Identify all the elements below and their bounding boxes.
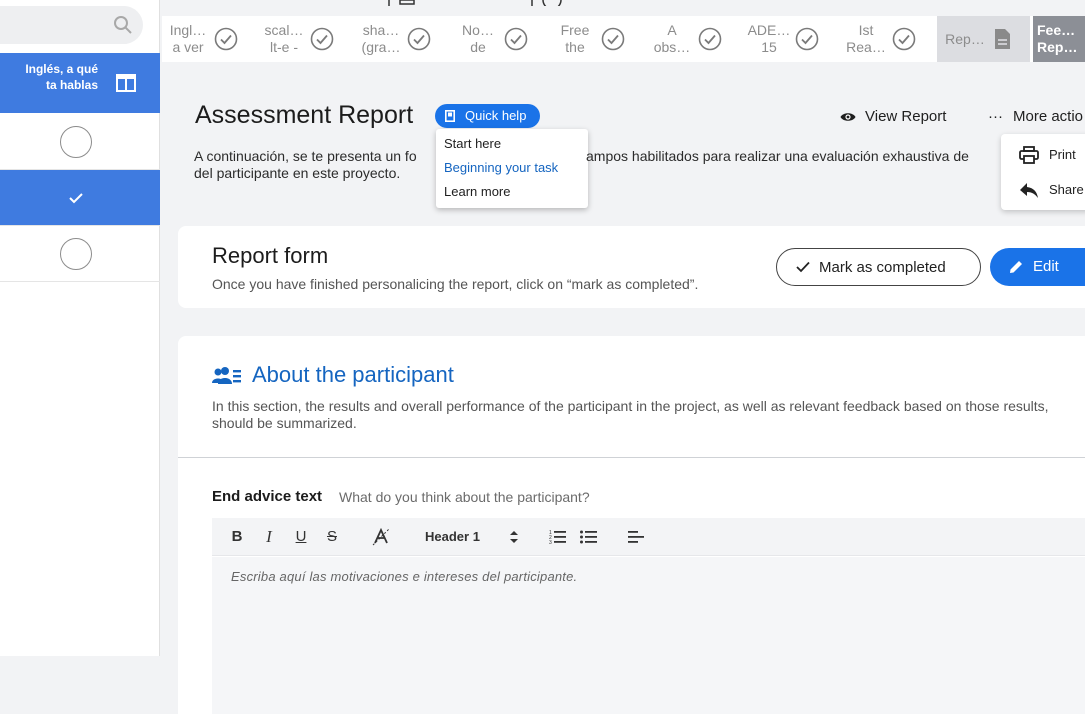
italic-button[interactable]: I (262, 527, 276, 546)
users-list-icon (212, 367, 241, 384)
ordered-list-icon[interactable]: 123 (549, 529, 566, 545)
participant-title: About the participant (252, 362, 454, 387)
more-dots-icon: ··· (988, 108, 1003, 125)
check-circle-icon (407, 27, 431, 51)
editor-placeholder: Escriba aquí las motivaciones e interese… (231, 569, 578, 584)
bullet-list-icon[interactable] (580, 529, 597, 545)
step-label: ADE… 15 (747, 22, 791, 55)
status-circle-icon[interactable] (60, 126, 92, 158)
step-item[interactable]: sha… (gra… (355, 16, 452, 62)
step-item[interactable]: Ingl… a ver (162, 16, 258, 62)
align-left-icon[interactable] (628, 530, 645, 544)
check-circle-icon (601, 27, 625, 51)
step-label: Rep… (945, 31, 985, 47)
participant-row[interactable] (0, 114, 160, 170)
step-item[interactable]: Ist Rea… (840, 16, 937, 62)
participants-panel: Inglés, a qué ta hablas (0, 0, 160, 714)
step-item[interactable]: Fee… Rep… (1033, 16, 1085, 62)
step-label: sha… (gra… (361, 22, 401, 55)
text-format-icon[interactable] (372, 528, 390, 546)
menu-item-learn-more[interactable]: Learn more (444, 184, 510, 199)
report-form-subtitle: Once you have finished personalicing the… (212, 276, 699, 292)
underline-button[interactable]: U (293, 528, 309, 546)
participant-row-selected[interactable] (0, 170, 160, 226)
step-label: Fee… Rep… (1037, 22, 1078, 55)
step-label: Ist Rea… (846, 22, 886, 55)
participant-section: About the participant In this section, t… (178, 336, 1085, 714)
svg-text:3: 3 (549, 540, 552, 545)
strike-button[interactable]: S (324, 528, 340, 546)
editor-toolbar: B I U S Header 1 123 (212, 518, 1085, 556)
share-reply-icon (1020, 183, 1038, 198)
step-item[interactable]: No… de (452, 16, 549, 62)
check-circle-icon (795, 27, 819, 51)
view-report-label: View Report (865, 108, 947, 125)
step-item[interactable]: ADE… 15 (743, 16, 840, 62)
search-field[interactable] (0, 6, 143, 44)
participant-row[interactable] (0, 226, 160, 282)
step-item[interactable]: scal… lt-e - (258, 16, 355, 62)
check-circle-icon (698, 27, 722, 51)
step-label: Free the (560, 22, 590, 55)
edit-button[interactable]: Edit (990, 248, 1085, 286)
select-arrows-icon[interactable] (509, 530, 519, 544)
search-icon (114, 16, 132, 34)
divider (178, 457, 1085, 458)
bold-button[interactable]: B (230, 528, 244, 546)
step-label: No… de (462, 22, 494, 55)
check-icon (69, 193, 83, 204)
check-icon (796, 261, 810, 273)
top-toolbar-fragment (388, 0, 562, 6)
status-circle-icon[interactable] (60, 238, 92, 270)
end-advice-label: End advice text (212, 488, 323, 505)
book-icon (116, 74, 136, 92)
end-advice-hint: What do you think about the participant? (339, 489, 590, 505)
check-circle-icon (214, 27, 238, 51)
quick-help-label: Quick help (465, 108, 527, 123)
step-label: scal… lt-e - (264, 22, 304, 55)
task-steps-bar: Ingl… a ver scal… lt-e - sha… (gra… No… de F… (162, 16, 1085, 62)
panel-footer (0, 656, 160, 714)
page-title: Assessment Report (195, 101, 414, 129)
quick-help-menu: Start here Beginning your task Learn mor… (436, 129, 588, 208)
mark-as-completed-button[interactable]: Mark as completed (776, 248, 981, 286)
check-circle-icon (310, 27, 334, 51)
report-form-title: Report form (212, 243, 329, 268)
quick-help-button[interactable]: Quick help (435, 104, 540, 128)
pencil-icon (1010, 261, 1022, 273)
check-circle-icon (504, 27, 528, 51)
step-item[interactable]: Aobs… (646, 16, 743, 62)
document-icon (995, 29, 1010, 49)
check-circle-icon (892, 27, 916, 51)
end-advice-editor[interactable]: Escriba aquí las motivaciones e interese… (212, 557, 1085, 714)
more-actions-label: More actio (1013, 108, 1084, 125)
step-item-current[interactable]: Rep… (937, 16, 1030, 62)
eye-icon (840, 113, 856, 121)
menu-item-beginning-task[interactable]: Beginning your task (444, 160, 558, 175)
column-header[interactable]: Inglés, a qué ta hablas (0, 53, 160, 113)
column-header-label: Inglés, a qué ta hablas (25, 62, 98, 92)
step-label: Aobs… (653, 22, 691, 55)
step-item[interactable]: Free the (549, 16, 646, 62)
menu-item-start-here[interactable]: Start here (444, 136, 501, 151)
book-icon (445, 110, 455, 122)
header-select[interactable]: Header 1 (425, 529, 495, 547)
more-actions-menu: Print Share (1001, 134, 1085, 210)
step-label: Ingl… a ver (169, 22, 207, 55)
participant-description: In this section, the results and overall… (212, 398, 1049, 431)
printer-icon (1019, 146, 1039, 164)
